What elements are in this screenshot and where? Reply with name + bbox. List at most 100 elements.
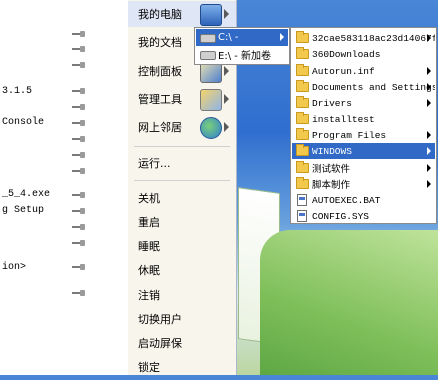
desktop-wallpaper-hill: [260, 230, 438, 375]
menu-item-label: 切换用户: [138, 313, 182, 326]
pin-icon: [72, 88, 86, 94]
submenu-arrow-icon: [427, 164, 431, 172]
folder-label: Autorun.inf: [312, 65, 375, 77]
folder-item[interactable]: 360Downloads: [292, 46, 435, 62]
submenu-arrow-icon: [427, 67, 431, 75]
menu-item-label: 控制面板: [138, 65, 182, 78]
folder-label: 测试软件: [312, 164, 351, 175]
file-label: CONFIG.SYS: [312, 210, 370, 222]
folder-icon: [296, 161, 309, 173]
drive-item-e[interactable]: E:\ - 新加卷: [196, 46, 288, 63]
background-window: 3.1.5 Console _5_4.exe g Setup ion>: [0, 0, 129, 375]
menu-item-label: 我的电脑: [138, 8, 182, 21]
menu-item-label: 睡眠: [138, 240, 160, 253]
folder-icon: [296, 128, 309, 140]
folder-label: 32cae583118ac23d14067f: [312, 32, 435, 44]
pin-icon: [72, 168, 86, 174]
folder-item[interactable]: 测试软件: [292, 160, 435, 176]
folder-item[interactable]: installtest: [292, 111, 435, 127]
pin-icon: [72, 104, 86, 110]
menu-item-switch-user[interactable]: 切换用户: [128, 306, 236, 332]
folder-item[interactable]: Drivers: [292, 95, 435, 111]
submenu-arrow-icon: [427, 131, 431, 139]
menu-separator: [134, 146, 230, 147]
file-item[interactable]: CONFIG.SYS: [292, 208, 435, 224]
menu-item-my-computer[interactable]: 我的电脑: [128, 1, 236, 27]
text-fragment: ion>: [2, 262, 27, 273]
folder-icon: [296, 47, 309, 59]
menu-item-label: 关机: [138, 192, 160, 205]
menu-item-network-places[interactable]: 网上邻居: [128, 114, 236, 140]
hard-disk-icon: [200, 51, 216, 60]
submenu-arrow-icon: [224, 122, 229, 132]
file-icon: [297, 194, 307, 206]
menu-item-label: 网上邻居: [138, 121, 182, 134]
folder-label: installtest: [312, 113, 375, 125]
submenu-arrow-icon: [427, 83, 431, 91]
menu-item-shutdown[interactable]: 关机: [128, 185, 236, 211]
menu-item-hibernate[interactable]: 休眠: [128, 257, 236, 283]
menu-item-sleep[interactable]: 睡眠: [128, 233, 236, 259]
pin-icon: [72, 31, 86, 37]
pin-icon: [72, 240, 86, 246]
menu-item-label: 注销: [138, 289, 160, 302]
computer-icon: [200, 4, 222, 26]
menu-item-label: 锁定: [138, 361, 160, 374]
pin-icon: [72, 192, 86, 198]
submenu-arrow-icon: [427, 99, 431, 107]
pin-icon: [72, 46, 86, 52]
folder-label: WINDOWS: [312, 145, 352, 157]
folder-submenu: 32cae583118ac23d14067f 360Downloads Auto…: [290, 27, 437, 224]
folder-icon: [296, 96, 309, 108]
text-fragment: g Setup: [2, 205, 45, 216]
hard-disk-icon: [200, 34, 216, 43]
submenu-arrow-icon: [427, 180, 431, 188]
pin-icon: [72, 208, 86, 214]
menu-item-label: 运行...: [138, 157, 171, 170]
menu-separator: [134, 180, 230, 181]
folder-label: Drivers: [312, 97, 352, 109]
folder-item[interactable]: 32cae583118ac23d14067f: [292, 30, 435, 46]
pin-icon: [72, 224, 86, 230]
folder-label: Program Files: [312, 129, 387, 141]
folder-icon: [296, 177, 309, 189]
folder-icon: [296, 64, 309, 76]
pin-icon: [72, 290, 86, 296]
menu-item-run[interactable]: 运行...: [128, 150, 236, 176]
text-fragment: _5_4.exe: [2, 189, 51, 200]
menu-item-label: 启动屏保: [138, 337, 182, 350]
drive-item-c[interactable]: C:\ -: [196, 29, 288, 46]
submenu-arrow-icon: [427, 34, 431, 42]
text-fragment: Console: [2, 117, 45, 128]
folder-icon: [296, 112, 309, 124]
menu-item-logoff[interactable]: 注销: [128, 282, 236, 308]
admin-tools-icon: [200, 89, 222, 111]
folder-icon: [296, 31, 309, 43]
folder-item[interactable]: 脚本制作: [292, 176, 435, 192]
file-icon: [297, 210, 307, 222]
folder-item[interactable]: Autorun.inf: [292, 63, 435, 79]
menu-item-screensaver[interactable]: 启动屏保: [128, 330, 236, 356]
folder-label: Documents and Settings: [312, 81, 435, 93]
submenu-arrow-icon: [280, 33, 284, 41]
menu-item-admin-tools[interactable]: 管理工具: [128, 86, 236, 112]
drive-label: C:\ -: [218, 32, 239, 43]
submenu-arrow-icon: [224, 94, 229, 104]
pin-icon: [72, 136, 86, 142]
text-fragment: 3.1.5: [2, 86, 33, 97]
menu-item-restart[interactable]: 重启: [128, 209, 236, 235]
file-item[interactable]: AUTOEXEC.BAT: [292, 192, 435, 208]
menu-item-lock[interactable]: 锁定: [128, 354, 236, 380]
pin-icon: [72, 264, 86, 270]
drive-submenu: C:\ - E:\ - 新加卷: [194, 27, 290, 65]
menu-item-label: 休眠: [138, 264, 160, 277]
folder-item[interactable]: Documents and Settings: [292, 79, 435, 95]
menu-item-label: 重启: [138, 216, 160, 229]
folder-item-windows[interactable]: WINDOWS: [292, 143, 435, 159]
pin-icon: [72, 152, 86, 158]
network-icon: [200, 117, 222, 139]
folder-icon: [296, 80, 309, 92]
folder-item[interactable]: Program Files: [292, 127, 435, 143]
file-label: AUTOEXEC.BAT: [312, 194, 381, 206]
pin-icon: [72, 120, 86, 126]
